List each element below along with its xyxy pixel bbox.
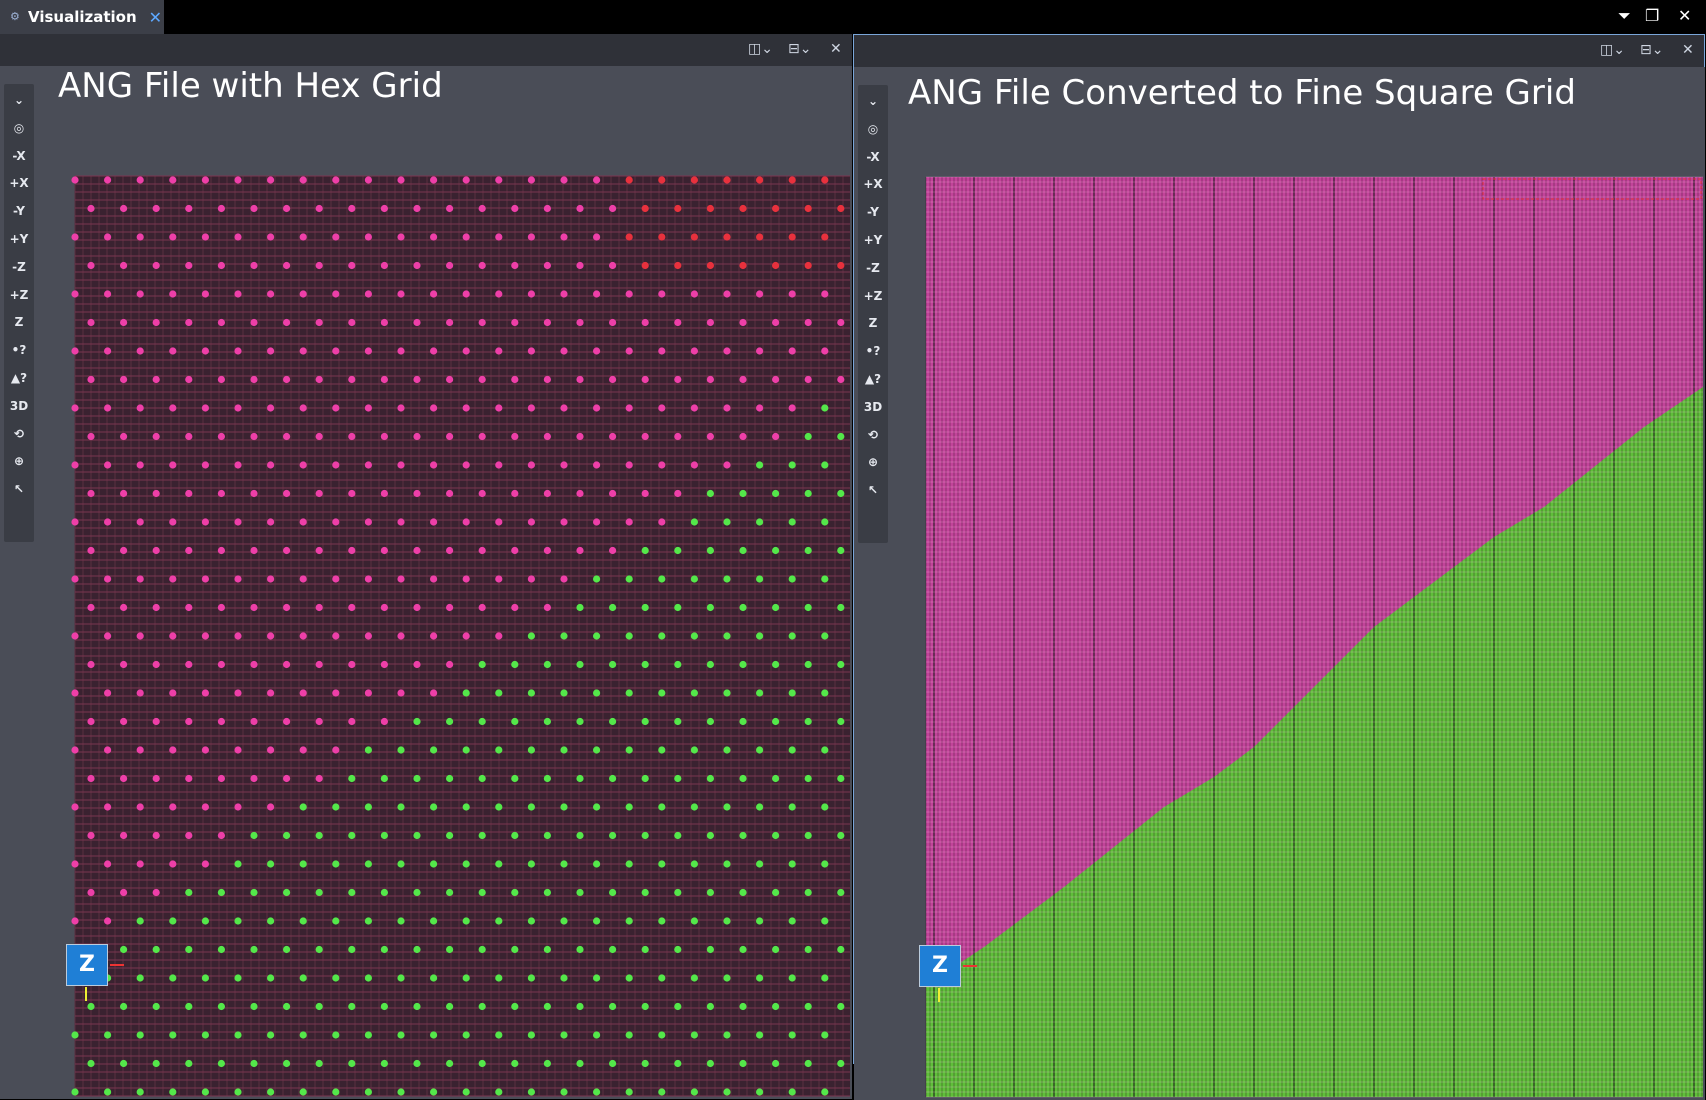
tab-visualization[interactable]: ⚙ Visualization ✕ xyxy=(0,0,164,34)
chevron-down-icon[interactable]: ⌄ xyxy=(858,89,888,113)
cell-query-icon[interactable]: ▲? xyxy=(4,366,34,390)
view-panel-right: ◫⌄ ⊟⌄ ✕ ANG File Converted to Fine Squar… xyxy=(853,34,1705,1100)
point-query-icon[interactable]: •? xyxy=(858,339,888,363)
visualization-icon: ⚙ xyxy=(10,10,20,23)
view-title: ANG File Converted to Fine Square Grid xyxy=(908,73,1576,113)
tab-bar: ⚙ Visualization ✕ ⏷ ❐ ✕ xyxy=(0,0,1706,34)
view-plus-z-button[interactable]: +Z xyxy=(858,284,888,308)
view-plus-y-button[interactable]: +Y xyxy=(4,227,34,251)
y-axis-stub xyxy=(938,988,940,1002)
chevron-down-icon[interactable]: ⌄ xyxy=(4,88,34,112)
view-minus-y-button[interactable]: -Y xyxy=(4,199,34,223)
view-plus-z-button[interactable]: +Z xyxy=(4,283,34,307)
pick-icon[interactable]: ↖ xyxy=(858,478,888,502)
zoom-icon[interactable]: ⊕ xyxy=(858,450,888,474)
3d-2d-icon[interactable]: 3D xyxy=(4,394,34,418)
render-canvas[interactable]: ANG File Converted to Fine Square Grid xyxy=(854,67,1705,1100)
z-axis-icon[interactable]: Z xyxy=(858,311,888,335)
view-plus-y-button[interactable]: +Y xyxy=(858,228,888,252)
view-title: ANG File with Hex Grid xyxy=(58,66,443,106)
z-axis-icon[interactable]: Z xyxy=(4,310,34,334)
axis-widget[interactable]: Z xyxy=(919,945,961,987)
view-toolbar: ⌄ ◎ -X +X -Y +Y -Z +Z Z •? ▲? 3D ⟲ ⊕ ↖ xyxy=(858,85,888,543)
render-canvas[interactable]: ANG File with Hex Grid xyxy=(0,66,852,1099)
view-plus-x-button[interactable]: +X xyxy=(858,172,888,196)
view-plus-x-button[interactable]: +X xyxy=(4,171,34,195)
grid-background xyxy=(75,176,850,1096)
3d-2d-icon[interactable]: 3D xyxy=(858,395,888,419)
point-query-icon[interactable]: •? xyxy=(4,338,34,362)
camera-icon[interactable]: ◎ xyxy=(858,117,888,141)
x-axis-stub xyxy=(110,964,124,966)
rotate-icon[interactable]: ⟲ xyxy=(858,423,888,447)
view-toolbar: ⌄ ◎ -X +X -Y +Y -Z +Z Z •? ▲? 3D ⟲ ⊕ ↖ xyxy=(4,84,34,542)
restore-icon[interactable]: ❐ xyxy=(1645,6,1659,25)
view-panel-left: ◫⌄ ⊟⌄ ✕ ANG File with Hex Grid ⌄ ◎ -X +X -Y +… xyxy=(0,34,852,1099)
split-vertical-icon[interactable]: ⊟⌄ xyxy=(788,41,811,57)
close-icon[interactable]: ✕ xyxy=(1678,6,1691,25)
close-icon[interactable]: ✕ xyxy=(149,8,162,27)
camera-icon[interactable]: ◎ xyxy=(4,116,34,140)
pick-icon[interactable]: ↖ xyxy=(4,477,34,501)
view-menu-icon[interactable]: ⏷ xyxy=(1618,6,1631,26)
x-axis-stub xyxy=(963,965,977,967)
zoom-icon[interactable]: ⊕ xyxy=(4,449,34,473)
view-header: ◫⌄ ⊟⌄ ✕ xyxy=(854,35,1704,67)
close-view-icon[interactable]: ✕ xyxy=(830,41,842,57)
tab-label: Visualization xyxy=(28,8,137,26)
y-axis-stub xyxy=(85,987,87,1001)
close-view-icon[interactable]: ✕ xyxy=(1682,42,1694,58)
split-vertical-icon[interactable]: ⊟⌄ xyxy=(1640,42,1663,58)
view-header: ◫⌄ ⊟⌄ ✕ xyxy=(0,34,852,66)
rotate-icon[interactable]: ⟲ xyxy=(4,422,34,446)
split-horizontal-icon[interactable]: ◫⌄ xyxy=(748,41,773,57)
view-minus-y-button[interactable]: -Y xyxy=(858,200,888,224)
split-horizontal-icon[interactable]: ◫⌄ xyxy=(1600,42,1625,58)
axis-widget[interactable]: Z xyxy=(66,944,108,986)
view-minus-z-button[interactable]: -Z xyxy=(4,255,34,279)
view-minus-z-button[interactable]: -Z xyxy=(858,256,888,280)
view-minus-x-button[interactable]: -X xyxy=(4,144,34,168)
view-minus-x-button[interactable]: -X xyxy=(858,145,888,169)
cell-query-icon[interactable]: ▲? xyxy=(858,367,888,391)
